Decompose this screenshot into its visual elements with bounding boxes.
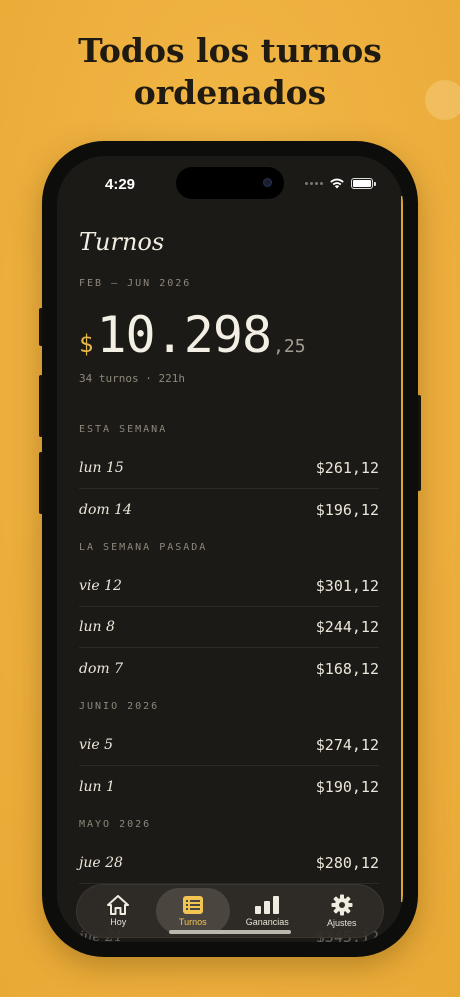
wifi-icon [330,178,344,189]
total-earnings: $ 10.298 ,25 [79,306,306,364]
shift-amount: $261,12 [315,459,379,477]
section-label: LA SEMANA PASADA [79,542,208,553]
tab-hoy[interactable]: Hoy [81,888,156,934]
shift-row[interactable]: lun 15 $261,12 [79,448,379,489]
camera-icon [263,178,272,187]
bar-chart-icon [255,896,280,914]
shift-day: dom 14 [79,501,132,518]
page-title: Turnos [79,228,165,256]
shift-day: lun 1 [79,778,115,795]
shift-row[interactable]: vie 5 $274,12 [79,725,379,766]
tab-label: Ajustes [326,918,357,928]
section-label: JUNIO 2026 [79,701,160,712]
shift-day: jue 28 [79,855,123,871]
phone-screen: 4:29 Turnos FEB — JUN 2026 $ 10.298 ,25 [57,156,403,942]
tab-ajustes[interactable]: Ajustes [305,888,380,934]
shift-row[interactable]: lun 8 $244,12 [79,607,379,648]
list-icon [182,896,203,914]
total-integer: 10.298 [96,306,272,364]
shift-summary: 34 turnos · 221h [79,372,185,385]
dynamic-island [176,167,284,199]
shift-row[interactable]: vie 12 $301,12 [79,566,379,607]
status-icons [305,177,376,189]
shift-day: vie 5 [79,737,114,753]
tab-label: Ganancias [245,917,289,927]
shift-amount: $244,12 [315,618,379,636]
shift-row[interactable]: dom 14 $196,12 [79,489,379,530]
section-label: MAYO 2026 [79,819,152,830]
battery-icon [351,177,376,189]
shift-day: dom 7 [79,660,124,677]
shift-day: lun 15 [79,460,124,476]
shift-amount: $280,12 [315,854,379,872]
shift-amount: $301,12 [315,577,379,595]
section-label: ESTA SEMANA [79,424,168,435]
total-currency: $ [79,330,94,358]
tab-label: Hoy [110,917,127,927]
gear-icon [331,894,353,916]
shift-day: vie 12 [79,578,122,594]
shift-amount: $190,12 [315,777,379,796]
shift-row[interactable]: jue 28 $280,12 [79,843,379,884]
period-range: FEB — JUN 2026 [79,278,192,289]
shift-row[interactable]: lun 1 $190,12 [79,766,379,807]
headline: Todos los turnos ordenados [78,31,382,112]
home-icon [107,895,130,915]
phone-frame: 4:29 Turnos FEB — JUN 2026 $ 10.298 ,25 [42,141,418,957]
tab-ganancias[interactable]: Ganancias [230,888,305,934]
shift-amount: $274,12 [315,736,379,754]
status-time: 4:29 [105,176,136,193]
total-decimals: ,25 [273,336,306,357]
screen-edge-highlight [401,196,403,902]
tab-label: Turnos [178,917,207,927]
shift-amount: $168,12 [315,659,379,678]
shift-day: lun 8 [79,619,115,635]
shift-amount: $196,12 [315,500,379,519]
tab-turnos[interactable]: Turnos [155,888,230,934]
status-bar: 4:29 [57,156,403,214]
cellular-signal-icon [305,181,323,185]
home-indicator [169,930,291,934]
shift-row[interactable]: dom 7 $168,12 [79,648,379,689]
